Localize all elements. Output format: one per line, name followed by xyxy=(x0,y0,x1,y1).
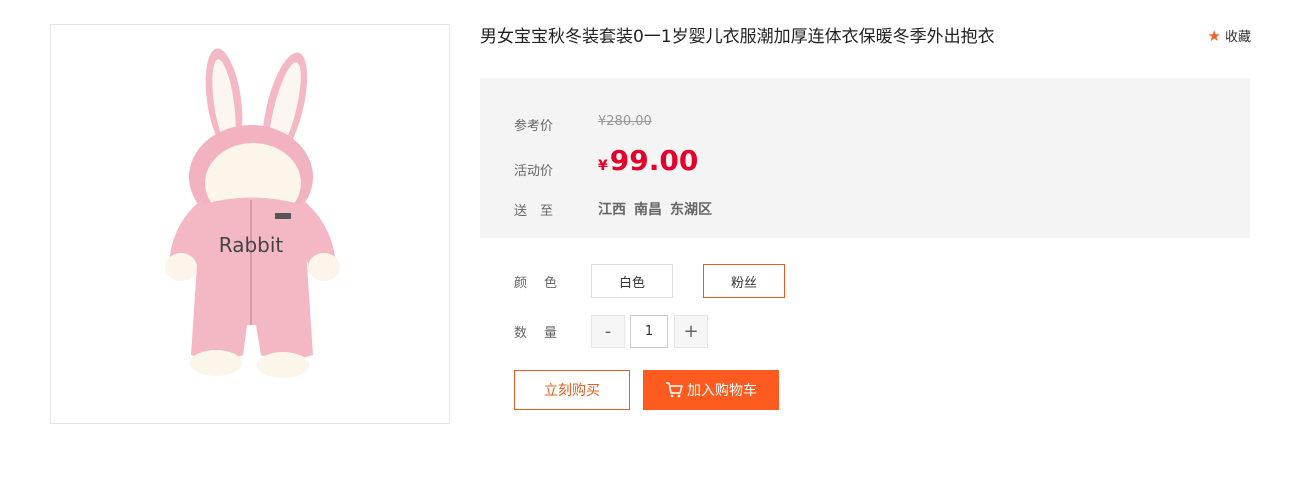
quantity-label: 数 量 xyxy=(514,326,560,341)
ship-location[interactable]: 江西 南昌 东湖区 xyxy=(598,199,712,219)
add-to-cart-button[interactable]: 加入购物车 xyxy=(643,370,779,410)
color-option-pink[interactable]: 粉丝 xyxy=(703,264,785,298)
color-option-white[interactable]: 白色 xyxy=(591,264,673,298)
add-to-cart-label: 加入购物车 xyxy=(687,383,757,399)
favorite-label: 收藏 xyxy=(1224,30,1251,45)
rabbit-print-text: Rabbit xyxy=(219,233,284,257)
quantity-decrease-button[interactable]: - xyxy=(591,315,625,348)
quantity-increase-button[interactable]: + xyxy=(674,315,708,348)
ship-to-label: 送 至 xyxy=(514,204,554,219)
reference-price-label: 参考价 xyxy=(514,119,554,134)
ship-district: 东湖区 xyxy=(670,202,712,218)
product-image: Rabbit xyxy=(50,24,450,424)
currency-symbol: ¥ xyxy=(598,158,608,174)
product-title: 男女宝宝秋冬装套装0一1岁婴儿衣服潮加厚连体衣保暖冬季外出抱衣 xyxy=(480,27,995,47)
price-panel: 参考价 ¥280.00 活动价 ¥ 99.00 送 至 江西 南昌 东湖区 xyxy=(480,78,1250,238)
star-icon: ★ xyxy=(1207,26,1221,45)
color-label: 颜 色 xyxy=(514,276,560,291)
buy-now-button[interactable]: 立刻购买 xyxy=(514,370,630,410)
baby-romper-illustration: Rabbit xyxy=(165,48,340,378)
activity-price-value: 99.00 xyxy=(609,144,699,177)
ship-city: 南昌 xyxy=(634,202,662,218)
ship-province: 江西 xyxy=(598,202,626,218)
reference-price: ¥280.00 xyxy=(598,114,652,129)
favorite-button[interactable]: ★ 收藏 xyxy=(1207,26,1251,46)
activity-price-label: 活动价 xyxy=(514,164,554,179)
cart-icon xyxy=(666,382,683,398)
quantity-input[interactable] xyxy=(630,315,668,348)
activity-price: ¥ 99.00 xyxy=(598,144,698,177)
